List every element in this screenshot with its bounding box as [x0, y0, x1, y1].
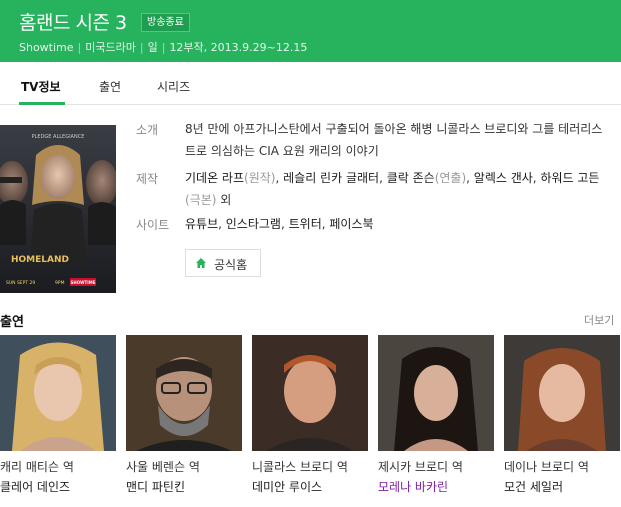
more-link[interactable]: 더보기 [584, 312, 614, 328]
poster-tagline: PLEDGE ALLEGIANCE [32, 134, 85, 140]
cast-section-title: 출연 [0, 315, 24, 330]
home-icon [196, 258, 206, 268]
poster-network: SHOWTIME [71, 280, 96, 285]
cast-photo[interactable] [504, 335, 620, 451]
cast-card[interactable]: 제시카 브로디 역 모레나 바카린 [378, 335, 494, 494]
program-header: 홈랜드 시즌 3 방송종료 Showtime | 미국드라마 | 일 | 12부작, 201… [0, 0, 621, 62]
synopsis-label: 소개 [136, 123, 159, 137]
official-homepage-button[interactable]: 공식홈 [185, 249, 261, 277]
official-homepage-label: 공식홈 [214, 258, 248, 272]
cast-role: 데이나 브로디 역 [504, 460, 589, 474]
cast-card[interactable]: 니콜라스 브로디 역 데미안 루이스 [252, 335, 368, 494]
production-name[interactable]: 하워드 고든 [540, 171, 599, 185]
site-link-instagram[interactable]: 인스타그램 [226, 217, 281, 231]
production-name[interactable]: 레슬리 린카 글래터 [283, 171, 379, 185]
site-link-facebook[interactable]: 페이스북 [329, 217, 373, 231]
production-name[interactable]: 기데온 라프 [185, 171, 244, 185]
tab-bar: TV정보 출연 시리즈 [0, 62, 621, 105]
production-list: 기데온 라프(원작), 레슬리 린카 글래터, 클락 존슨(연출), 알렉스 갠… [185, 171, 600, 207]
meta-genre: 미국드라마 [85, 41, 136, 54]
meta-network[interactable]: Showtime [19, 41, 74, 54]
meta-episodes: 12부작, 2013.9.29~12.15 [169, 41, 308, 54]
cast-card[interactable]: 캐리 매티슨 역 클레어 데인즈 [0, 335, 116, 494]
cast-card[interactable]: 사울 베렌슨 역 맨디 파틴킨 [126, 335, 242, 494]
cast-role: 니콜라스 브로디 역 [252, 460, 348, 474]
tab-tv-info[interactable]: TV정보 [21, 78, 61, 95]
active-tab-indicator [19, 102, 65, 105]
cast-role: 제시카 브로디 역 [378, 460, 463, 474]
tab-cast[interactable]: 출연 [99, 78, 121, 95]
poster-image[interactable]: PLEDGE ALLEGIANCE HOMELAND SUN SEPT 29 9… [0, 125, 116, 293]
production-suffix: 외 [220, 193, 232, 207]
cast-actor[interactable]: 모레나 바카린 [378, 478, 448, 495]
meta-day: 일 [147, 41, 158, 54]
cast-actor[interactable]: 데미안 루이스 [252, 478, 322, 495]
production-name[interactable]: 알렉스 갠사 [474, 171, 533, 185]
program-title[interactable]: 홈랜드 시즌 3 [19, 8, 127, 35]
cast-photo[interactable] [126, 335, 242, 451]
production-label: 제작 [136, 172, 159, 186]
tab-series[interactable]: 시리즈 [157, 78, 190, 95]
poster-time: 9PM [55, 280, 65, 286]
program-meta: Showtime | 미국드라마 | 일 | 12부작, 2013.9.29~12.15 [19, 41, 308, 54]
sites-label: 사이트 [136, 218, 170, 232]
sites-list: 유튜브, 인스타그램, 트위터, 페이스북 [185, 217, 374, 231]
site-link-twitter[interactable]: 트위터 [289, 217, 322, 231]
cast-role: 캐리 매티슨 역 [0, 460, 74, 474]
cast-photo[interactable] [252, 335, 368, 451]
poster-logo: HOMELAND [11, 255, 69, 265]
production-name[interactable]: 클락 존슨 [387, 171, 435, 185]
cast-actor[interactable]: 모건 세일러 [504, 478, 563, 495]
cast-actor[interactable]: 클레어 데인즈 [0, 478, 70, 495]
cast-photo[interactable] [0, 335, 116, 451]
cast-role: 사울 베렌슨 역 [126, 460, 200, 474]
cast-photo[interactable] [378, 335, 494, 451]
status-badge: 방송종료 [141, 13, 190, 32]
synopsis-text: 8년 만에 아프가니스탄에서 구출되어 돌아온 해병 니콜라스 브로디와 그를 … [185, 122, 603, 158]
cast-actor[interactable]: 맨디 파틴킨 [126, 478, 185, 495]
site-link-youtube[interactable]: 유튜브 [185, 217, 218, 231]
cast-card[interactable]: 데이나 브로디 역 모건 세일러 [504, 335, 620, 494]
poster-airdate: SUN SEPT 29 [6, 280, 35, 286]
